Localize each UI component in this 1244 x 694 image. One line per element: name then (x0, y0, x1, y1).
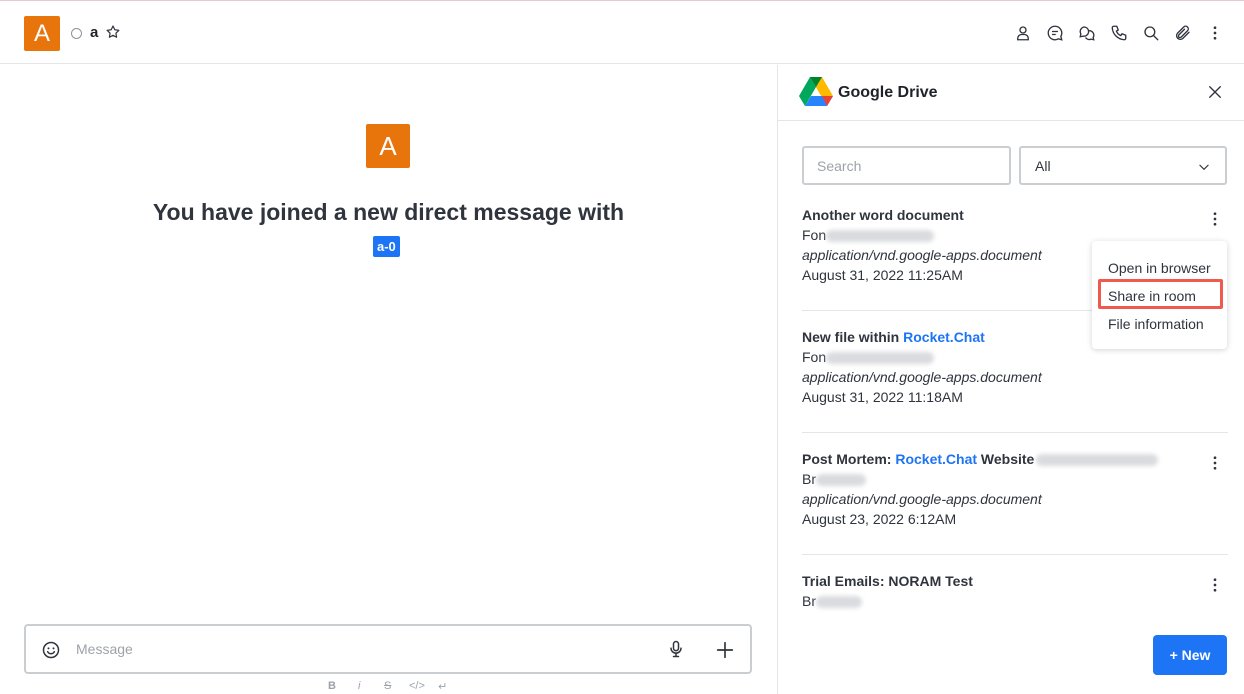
file-owner: Br (802, 469, 1228, 489)
menu-item-open-in-browser[interactable]: Open in browser (1108, 260, 1211, 276)
panel-header: Google Drive (778, 65, 1244, 121)
room-header: A a (0, 1, 1244, 64)
file-kebab-icon[interactable] (1206, 576, 1224, 594)
menu-item-share-in-room[interactable]: Share in room (1108, 288, 1196, 304)
file-mime: application/vnd.google-apps.document (802, 369, 1042, 385)
room-avatar[interactable]: A (24, 16, 60, 51)
bold-button[interactable]: B (328, 680, 336, 692)
return-button[interactable]: ↵ (438, 680, 447, 693)
format-toolbar: B i S </> ↵ (0, 680, 777, 694)
menu-item-file-information[interactable]: File information (1108, 316, 1204, 332)
search-icon[interactable] (1142, 24, 1160, 42)
kebab-menu-icon[interactable] (1206, 24, 1224, 42)
user-info-icon[interactable] (1014, 24, 1032, 42)
file-owner: Fon (802, 347, 1228, 367)
file-name: Another word document (802, 207, 964, 223)
new-file-button[interactable]: + New (1153, 635, 1227, 675)
divider (802, 432, 1228, 433)
attachment-icon[interactable] (1174, 24, 1192, 42)
italic-button[interactable]: i (358, 680, 360, 692)
file-item[interactable]: Trial Emails: NORAM Test Br (802, 571, 1228, 611)
strike-button[interactable]: S (384, 680, 391, 692)
status-indicator (71, 28, 82, 39)
code-button[interactable]: </> (409, 680, 425, 692)
file-date: August 23, 2022 6:12AM (802, 511, 957, 527)
joined-message: You have joined a new direct message wit… (152, 199, 625, 225)
chevron-down-icon (1197, 160, 1211, 174)
file-kebab-icon[interactable] (1206, 454, 1224, 472)
microphone-icon[interactable] (666, 639, 686, 659)
filter-value: All (1035, 157, 1051, 174)
user-avatar-large[interactable]: A (366, 124, 410, 168)
google-drive-panel: Google Drive Search All Another word doc… (778, 65, 1244, 694)
discussion-icon[interactable] (1046, 24, 1064, 42)
filter-select[interactable]: All (1019, 146, 1227, 185)
divider (802, 554, 1228, 555)
file-name: Post Mortem: Rocket.Chat Website (802, 449, 1228, 469)
message-composer[interactable]: Message (24, 624, 752, 674)
plus-icon[interactable] (714, 639, 736, 661)
file-mime: application/vnd.google-apps.document (802, 491, 1042, 507)
close-icon[interactable] (1206, 83, 1224, 101)
file-date: August 31, 2022 11:18AM (802, 389, 963, 405)
threads-icon[interactable] (1078, 24, 1096, 42)
message-input[interactable]: Message (76, 641, 133, 657)
file-kebab-icon[interactable] (1206, 210, 1224, 228)
search-input[interactable]: Search (802, 146, 1011, 185)
file-owner: Br (802, 591, 1228, 611)
file-context-menu: Open in browser Share in room File infor… (1092, 241, 1227, 349)
star-icon[interactable] (105, 24, 121, 40)
file-name: Trial Emails: NORAM Test (802, 573, 973, 589)
call-icon[interactable] (1110, 24, 1128, 42)
username-mention[interactable]: a-0 (373, 236, 400, 257)
emoji-icon[interactable] (41, 640, 61, 660)
google-drive-icon (798, 74, 834, 110)
panel-title: Google Drive (838, 84, 938, 101)
chat-area: A You have joined a new direct message w… (0, 65, 777, 694)
file-item[interactable]: Post Mortem: Rocket.Chat Website Br appl… (802, 449, 1228, 529)
room-name[interactable]: a (90, 24, 98, 41)
